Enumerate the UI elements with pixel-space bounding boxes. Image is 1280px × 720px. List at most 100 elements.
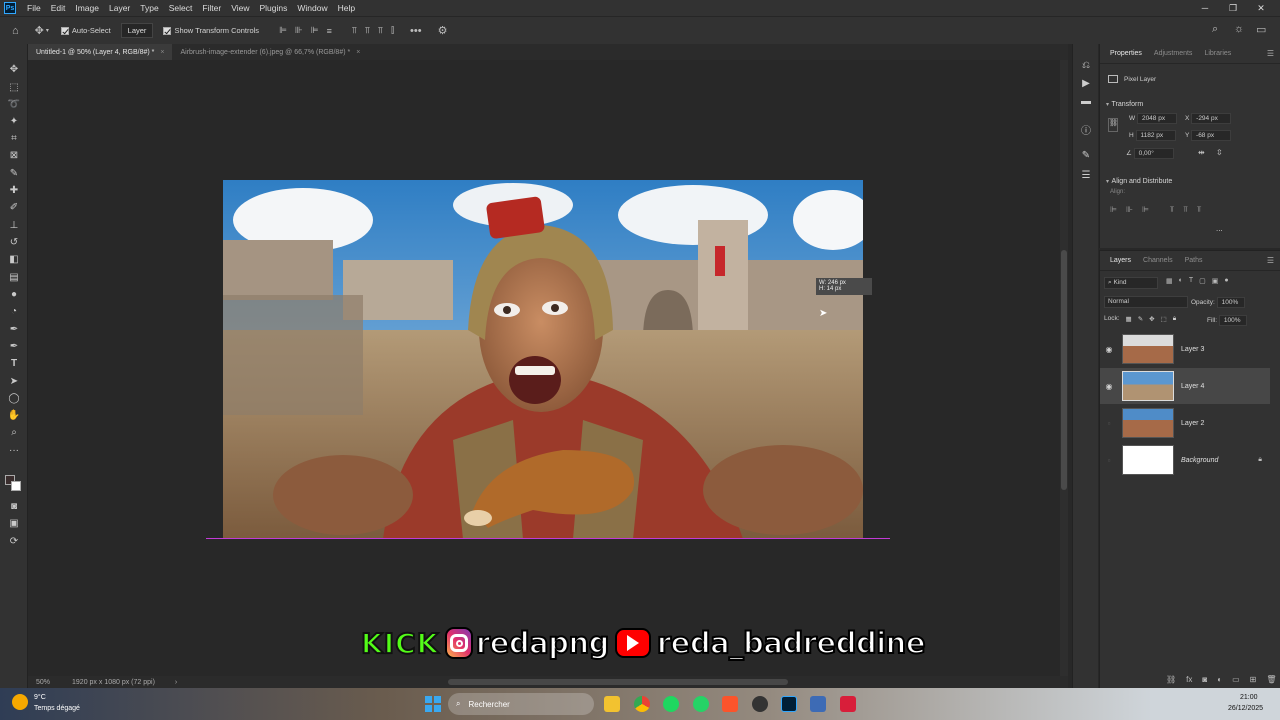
pen-tool-icon[interactable]: ✒ <box>6 322 22 336</box>
adjustment-filter-icon[interactable]: ◐ <box>1179 277 1183 285</box>
tab-paths[interactable]: Paths <box>1179 257 1209 264</box>
tab-channels[interactable]: Channels <box>1137 257 1179 264</box>
auto-select-checkbox[interactable]: Auto-Select <box>60 26 111 35</box>
show-transform-checkbox[interactable]: Show Transform Controls <box>163 26 259 35</box>
edit-toolbar-icon[interactable]: ··· <box>6 443 22 457</box>
lasso-tool-icon[interactable]: ➰ <box>6 97 22 111</box>
canvas-area[interactable]: W: 246 px H: 14 px ➤ <box>28 60 1068 676</box>
height-input[interactable]: 1182 px <box>1135 130 1176 141</box>
path-select-icon[interactable]: ➤ <box>6 374 22 388</box>
smart-object-filter-icon[interactable]: ▣ <box>1212 277 1219 285</box>
trash-icon[interactable]: 🗑︎ <box>1266 675 1276 684</box>
menu-select[interactable]: Select <box>164 3 198 13</box>
layer-row-background[interactable]: ▫ Background 🔒︎ <box>1100 442 1270 478</box>
brush-tool-icon[interactable]: ✐ <box>6 200 22 214</box>
tab-adjustments[interactable]: Adjustments <box>1148 50 1199 57</box>
dodge-tool-icon[interactable]: ◔ <box>6 304 22 318</box>
vertical-scrollbar[interactable] <box>1060 60 1068 676</box>
menu-help[interactable]: Help <box>333 3 360 13</box>
align-middle-icon[interactable]: ⫪ <box>1183 205 1188 215</box>
horizontal-scrollbar[interactable] <box>448 679 788 685</box>
tab-airbrush-image[interactable]: Airbrush-image-extender (6).jpeg @ 66,7%… <box>172 44 368 60</box>
link-icon[interactable]: ⛓ <box>1108 118 1118 132</box>
more-options-icon[interactable]: ••• <box>410 25 422 37</box>
comments-icon[interactable]: ▬ <box>1078 94 1094 108</box>
menu-filter[interactable]: Filter <box>197 3 226 13</box>
app-icon[interactable] <box>752 696 768 712</box>
eyedropper-tool-icon[interactable]: ✎ <box>6 166 22 180</box>
align-left-icon[interactable]: ⊫ <box>279 25 287 36</box>
marquee-tool-icon[interactable]: ⬚ <box>6 80 22 94</box>
discover-icon[interactable]: ☼ <box>1234 23 1244 35</box>
file-explorer-icon[interactable] <box>604 696 620 712</box>
y-input[interactable]: -68 px <box>1191 130 1232 141</box>
pen-tool-icon[interactable]: ✒ <box>6 339 22 353</box>
weather-temp[interactable]: 9°C <box>34 694 46 701</box>
distribute-icon[interactable]: ⫿ <box>391 25 394 36</box>
app-icon[interactable] <box>840 696 856 712</box>
align-center-icon[interactable]: ⊪ <box>295 25 303 36</box>
more-options-button[interactable]: ... <box>1216 224 1223 233</box>
panel-menu-icon[interactable]: ☰ <box>1267 49 1274 58</box>
lock-image-icon[interactable]: ✎ <box>1138 315 1143 323</box>
flip-vertical-icon[interactable]: ⇳ <box>1216 148 1223 157</box>
scrollbar-thumb[interactable] <box>1061 250 1067 490</box>
eye-icon[interactable]: ◉ <box>1100 382 1118 391</box>
flip-horizontal-icon[interactable]: ⇹ <box>1198 148 1205 157</box>
frame-tool-icon[interactable]: ⊠ <box>6 148 22 162</box>
menu-image[interactable]: Image <box>70 3 104 13</box>
angle-input[interactable]: 0,00° <box>1133 148 1174 159</box>
type-filter-icon[interactable]: T <box>1189 277 1193 285</box>
move-tool-icon[interactable]: ✥ <box>6 62 22 76</box>
zoom-level[interactable]: 50% <box>36 679 50 686</box>
home-icon[interactable]: ⌂ <box>12 25 19 37</box>
menu-type[interactable]: Type <box>135 3 163 13</box>
align-top-icon[interactable]: ⫪ <box>352 25 357 36</box>
menu-window[interactable]: Window <box>292 3 332 13</box>
fx-icon[interactable]: fx <box>1186 675 1192 684</box>
chevron-down-icon[interactable]: ▾ <box>1106 179 1109 185</box>
layer-row-layer-3[interactable]: ◉ Layer 3 <box>1100 331 1270 367</box>
opacity-input[interactable]: 100% <box>1216 297 1245 308</box>
ellipse-tool-icon[interactable]: ◯ <box>6 391 22 405</box>
whatsapp-icon[interactable] <box>693 696 709 712</box>
move-tool-icon[interactable]: ✥ <box>35 24 44 37</box>
lock-all-icon[interactable]: 🔒︎ <box>1173 315 1176 323</box>
hand-tool-icon[interactable]: ✋ <box>6 408 22 422</box>
align-bottom-icon[interactable]: ⫪ <box>1197 205 1202 215</box>
fill-input[interactable]: 100% <box>1218 315 1247 326</box>
close-icon[interactable]: ✕ <box>1246 0 1276 16</box>
windows-start-icon[interactable] <box>425 696 441 712</box>
photoshop-taskbar-icon[interactable] <box>781 696 797 712</box>
clock-date[interactable]: 26/12/2025 <box>1228 705 1263 712</box>
stamp-tool-icon[interactable]: ⊥ <box>6 218 22 232</box>
group-icon[interactable]: ▭ <box>1232 675 1240 684</box>
adjustment-layer-icon[interactable]: ◐ <box>1217 675 1222 684</box>
blur-tool-icon[interactable]: ● <box>6 287 22 301</box>
play-actions-icon[interactable]: ▶ <box>1078 76 1094 90</box>
align-distribute-icon[interactable]: ≡ <box>327 26 332 36</box>
clock-time[interactable]: 21:00 <box>1240 694 1258 701</box>
background-color-swatch[interactable] <box>11 481 21 491</box>
taskbar-search[interactable]: ⌕ Rechercher <box>448 693 594 715</box>
align-right-icon[interactable]: ⊫ <box>1142 205 1149 215</box>
document-info[interactable]: 1920 px x 1080 px (72 ppi) <box>72 679 155 686</box>
x-input[interactable]: -294 px <box>1191 113 1232 124</box>
zoom-tool-icon[interactable]: ⌕ <box>6 425 22 439</box>
lock-position-icon[interactable]: ✥ <box>1149 315 1154 323</box>
close-icon[interactable]: × <box>356 49 360 56</box>
weather-description[interactable]: Temps dégagé <box>34 705 80 712</box>
info-icon[interactable]: ⓘ <box>1078 122 1094 137</box>
close-icon[interactable]: × <box>160 49 164 56</box>
menu-view[interactable]: View <box>226 3 254 13</box>
eye-icon[interactable]: ◉ <box>1100 345 1118 354</box>
eraser-tool-icon[interactable]: ◧ <box>6 252 22 266</box>
layer-row-layer-2[interactable]: ▫ Layer 2 <box>1100 405 1270 441</box>
menu-file[interactable]: File <box>22 3 46 13</box>
healing-brush-icon[interactable]: ✚ <box>6 183 22 197</box>
type-tool-icon[interactable]: T <box>6 356 22 370</box>
tab-properties[interactable]: Properties <box>1104 50 1148 57</box>
history-brush-icon[interactable]: ↺ <box>6 235 22 249</box>
lock-transparent-icon[interactable]: ▦ <box>1126 315 1132 323</box>
adjustments-icon[interactable]: ☰ <box>1078 168 1094 182</box>
